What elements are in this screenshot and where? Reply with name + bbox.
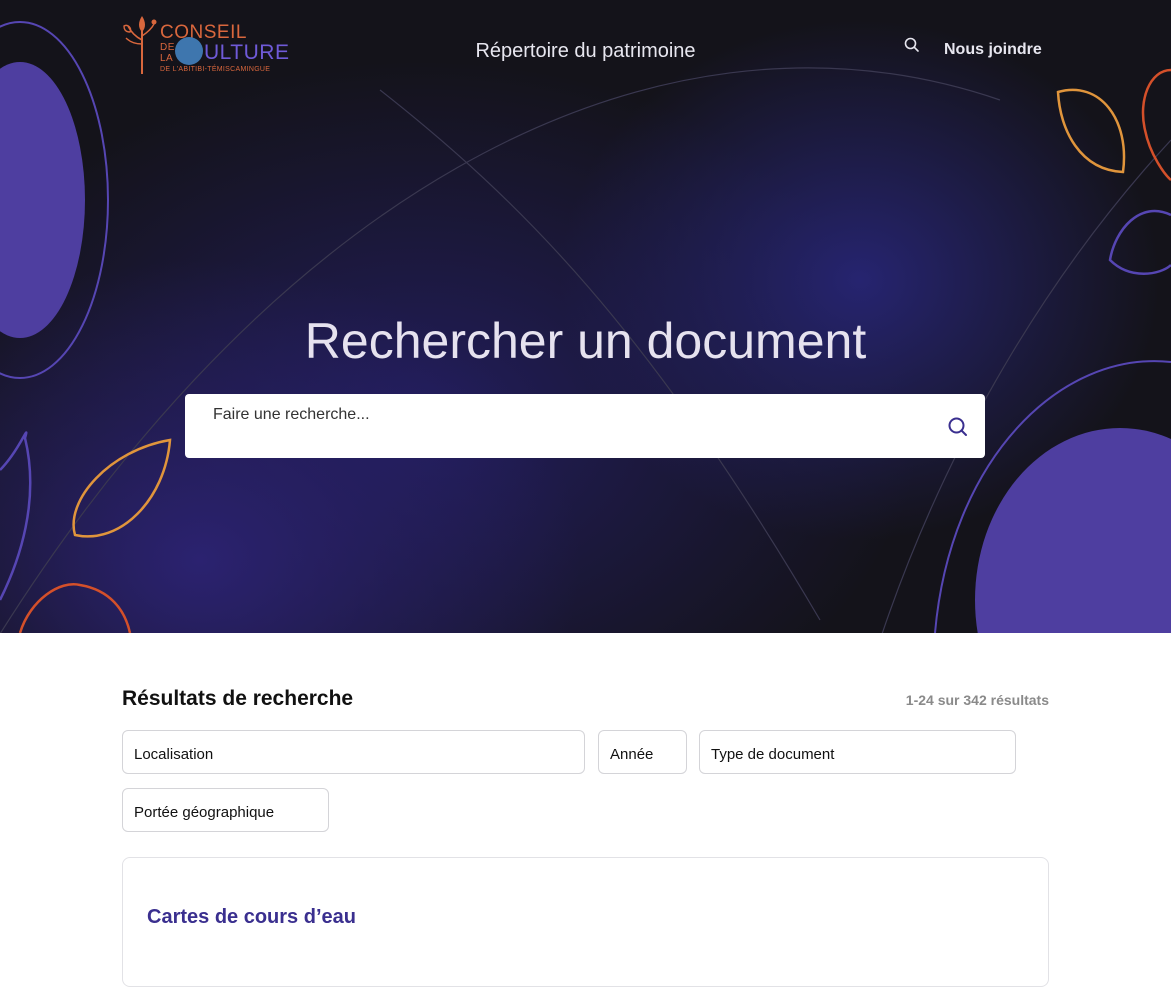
- contact-link[interactable]: Nous joindre: [944, 41, 1042, 59]
- decor-leaf-purple: [1108, 209, 1171, 275]
- filter-annee[interactable]: Année: [598, 730, 687, 774]
- filter-portee-geographique[interactable]: Portée géographique: [122, 788, 329, 832]
- result-card[interactable]: Cartes de cours d’eau: [122, 857, 1049, 987]
- hero-banner: CONSEIL DE LA ULTURE DE L'ABITIBI-TÉMISC…: [0, 0, 1171, 633]
- search-bar: [185, 394, 985, 458]
- page-title: Rechercher un document: [304, 313, 867, 369]
- results-heading: Résultats de recherche: [122, 687, 354, 710]
- decor-blob-left: [0, 62, 85, 338]
- decor-leaf-red: [1141, 68, 1171, 181]
- decor-blob-right: [975, 428, 1171, 633]
- search-button-icon[interactable]: [945, 414, 971, 440]
- decor-leaf-orange: [1056, 88, 1126, 174]
- logo-subtitle: DE L'ABITIBI-TÉMISCAMINGUE: [160, 66, 271, 73]
- filter-type-document[interactable]: Type de document: [699, 730, 1016, 774]
- decor-leaf: [0, 431, 32, 601]
- search-icon[interactable]: [903, 36, 921, 54]
- filter-localisation[interactable]: Localisation: [122, 730, 585, 774]
- results-count: 1-24 sur 342 résultats: [905, 692, 1049, 708]
- result-card-title[interactable]: Cartes de cours d’eau: [147, 906, 356, 929]
- search-input[interactable]: [213, 406, 913, 424]
- decor-leaf-orange: [72, 438, 172, 538]
- decor-arc-red: [18, 582, 132, 633]
